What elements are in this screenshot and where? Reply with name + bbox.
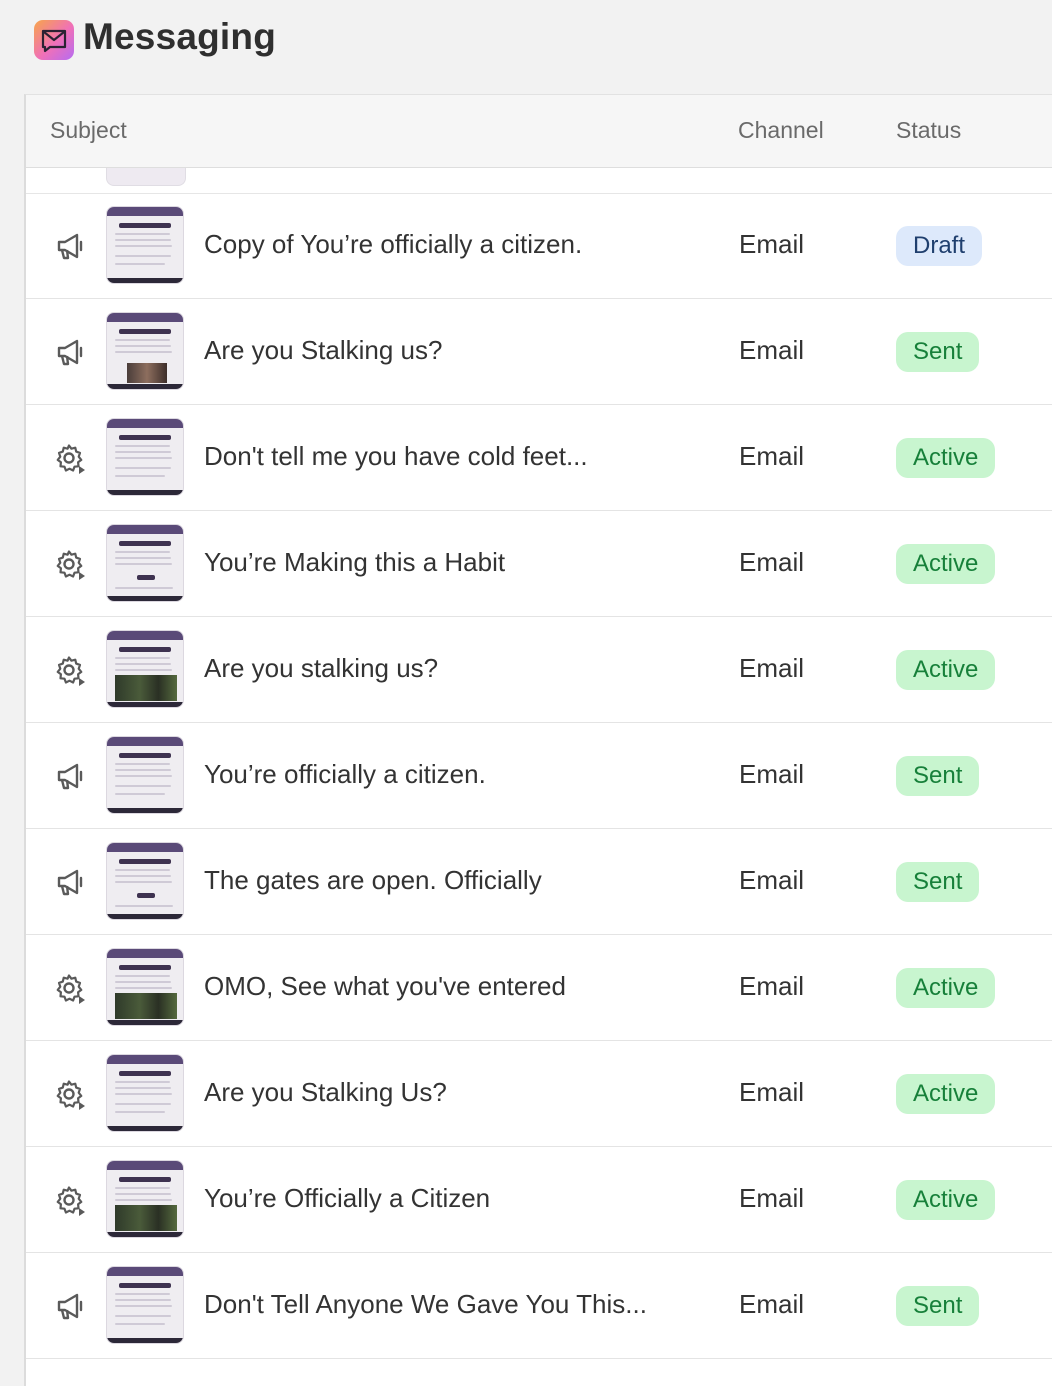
message-thumbnail [106,418,184,496]
message-subject[interactable]: Are you Stalking us? [204,335,442,366]
table-header: Subject Channel Status [26,95,1052,168]
status-badge: Active [896,650,996,690]
status-badge: Sent [896,862,980,902]
message-thumbnail [106,948,184,1026]
gear-icon [54,1184,88,1216]
message-subject[interactable]: You’re Making this a Habit [204,547,505,578]
message-channel: Email [739,547,805,577]
message-thumbnail [106,1266,184,1344]
table-row[interactable]: Are you Stalking Us? Email Active [26,1041,1052,1147]
gear-icon [54,654,88,686]
message-channel: Email [739,1289,805,1319]
megaphone-icon [54,336,88,368]
page-title: Messaging [83,16,277,57]
status-badge: Sent [896,756,980,796]
message-thumbnail [106,630,184,708]
column-header-subject[interactable]: Subject [50,117,127,144]
gear-icon [54,972,88,1004]
gear-icon [54,442,88,474]
message-subject[interactable]: Don't tell me you have cold feet... [204,441,588,472]
message-channel: Email [739,335,805,365]
table-row[interactable]: You’re Making this a Habit Email Active [26,511,1052,617]
table-row[interactable]: OMO, See what you've entered Email Active [26,935,1052,1041]
megaphone-icon [54,760,88,792]
message-thumbnail [106,206,184,284]
status-badge: Active [896,1074,996,1114]
message-thumbnail [106,842,184,920]
top-bar: Messaging [0,0,1052,94]
status-badge: Sent [896,332,980,372]
message-thumbnail [106,312,184,390]
status-badge: Active [896,544,996,584]
message-channel: Email [739,229,805,259]
message-subject[interactable]: Copy of You’re officially a citizen. [204,229,582,260]
table-row[interactable]: Are you Stalking us? Email Sent [26,299,1052,405]
status-badge: Active [896,968,996,1008]
message-subject[interactable]: OMO, See what you've entered [204,971,566,1002]
message-channel: Email [739,1077,805,1107]
message-channel: Email [739,653,805,683]
table-row[interactable]: You’re Officially a Citizen Email Active [26,1147,1052,1253]
status-badge: Active [896,1180,996,1220]
table-row[interactable]: Don't tell me you have cold feet... Email… [26,405,1052,511]
messages-table: Subject Channel Status Copy of You’re of… [24,94,1052,1386]
message-thumbnail [106,736,184,814]
status-badge: Sent [896,1286,980,1326]
message-subject[interactable]: Don't Tell Anyone We Gave You This... [204,1289,647,1320]
message-channel: Email [739,759,805,789]
message-channel: Email [739,971,805,1001]
message-subject[interactable]: Are you Stalking Us? [204,1077,447,1108]
message-subject[interactable]: You’re Officially a Citizen [204,1183,490,1214]
message-thumbnail [106,1054,184,1132]
megaphone-icon [54,866,88,898]
table-row[interactable]: Are you stalking us? Email Active [26,617,1052,723]
status-badge: Draft [896,226,983,266]
messaging-app-icon [34,20,74,60]
table-row[interactable]: Don't Tell Anyone We Gave You This... Ema… [26,1253,1052,1359]
table-row[interactable]: You’re officially a citizen. Email Sent [26,723,1052,829]
message-thumbnail [106,524,184,602]
message-channel: Email [739,1183,805,1213]
gear-icon [54,548,88,580]
message-channel: Email [739,865,805,895]
table-row-partial[interactable] [26,153,1052,194]
column-header-channel[interactable]: Channel [738,117,824,144]
table-body: Copy of You’re officially a citizen. Emai… [26,193,1052,1359]
message-channel: Email [739,441,805,471]
message-subject[interactable]: You’re officially a citizen. [204,759,486,790]
column-header-status[interactable]: Status [896,117,961,144]
message-thumbnail [106,1160,184,1238]
status-badge: Active [896,438,996,478]
gear-icon [54,1078,88,1110]
megaphone-icon [54,230,88,262]
table-row[interactable]: The gates are open. Officially Email Sent [26,829,1052,935]
megaphone-icon [54,1290,88,1322]
message-subject[interactable]: The gates are open. Officially [204,865,542,896]
table-row[interactable]: Copy of You’re officially a citizen. Emai… [26,193,1052,299]
message-subject[interactable]: Are you stalking us? [204,653,438,684]
